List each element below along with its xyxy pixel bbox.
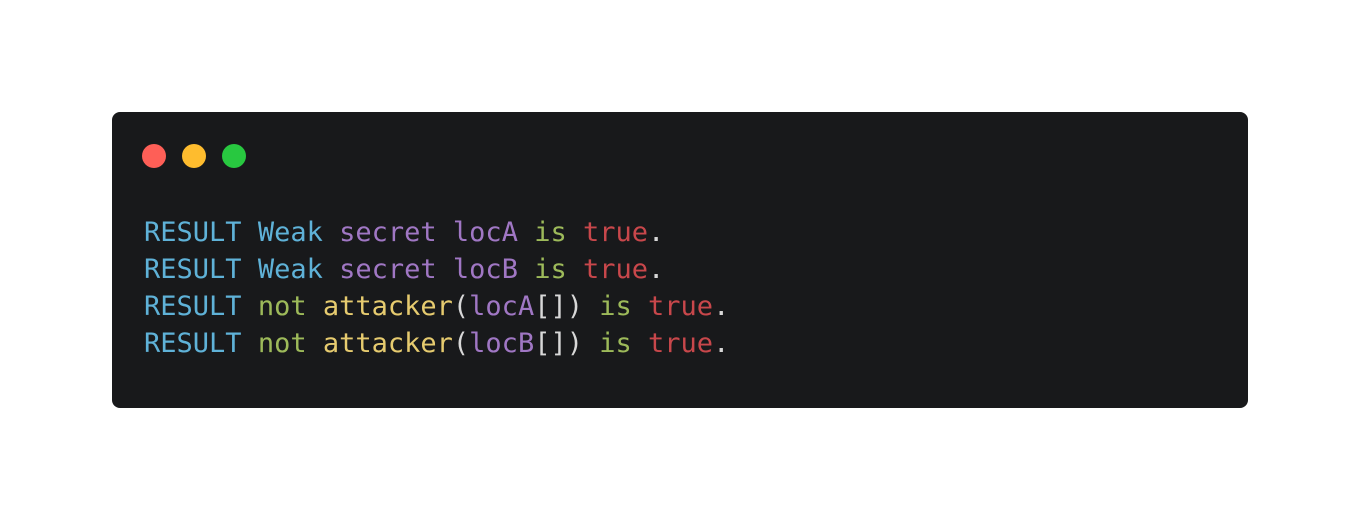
code-token-plain: []) [534, 328, 583, 359]
code-block: RESULT Weak secret locA is true. RESULT W… [144, 214, 729, 362]
code-token-purple: locB [469, 328, 535, 359]
code-token-yellow: attacker [322, 291, 453, 322]
code-token-green: is [534, 217, 567, 248]
code-line: RESULT Weak secret locB is true. [144, 251, 729, 288]
code-token-red: true [583, 217, 649, 248]
code-token-plain: . [648, 254, 665, 285]
minimize-button[interactable] [182, 144, 206, 168]
code-token-keyword: Weak [257, 254, 323, 285]
close-button[interactable] [142, 144, 166, 168]
code-token-red: true [648, 328, 714, 359]
code-token-keyword: Weak [257, 217, 323, 248]
code-token-plain: ( [452, 291, 470, 322]
code-token-plain: ( [452, 328, 470, 359]
code-token-green: not [257, 328, 307, 359]
code-token-plain: []) [534, 291, 583, 322]
code-token-keyword: RESULT [144, 254, 242, 285]
window-controls [142, 144, 246, 168]
code-token-purple: locA [469, 291, 535, 322]
code-token-yellow: attacker [322, 328, 453, 359]
code-token-red: true [648, 291, 714, 322]
code-token-green: is [534, 254, 567, 285]
code-window: RESULT Weak secret locA is true. RESULT W… [112, 112, 1248, 408]
code-token-plain: . [648, 217, 665, 248]
maximize-button[interactable] [222, 144, 246, 168]
code-line: RESULT not attacker(locA[]) is true. [144, 288, 729, 325]
code-token-red: true [583, 254, 649, 285]
code-token-green: is [599, 328, 632, 359]
code-token-green: is [599, 291, 632, 322]
code-token-keyword: RESULT [144, 291, 242, 322]
code-token-keyword: RESULT [144, 328, 242, 359]
code-token-purple: secret [339, 254, 437, 285]
code-token-purple: secret [339, 217, 437, 248]
code-token-purple: locA [452, 217, 518, 248]
code-token-keyword: RESULT [144, 217, 242, 248]
code-line: RESULT not attacker(locB[]) is true. [144, 325, 729, 362]
code-token-green: not [257, 291, 307, 322]
code-token-purple: locB [452, 254, 518, 285]
code-token-plain: . [713, 291, 730, 322]
code-line: RESULT Weak secret locA is true. [144, 214, 729, 251]
code-token-plain: . [713, 328, 730, 359]
